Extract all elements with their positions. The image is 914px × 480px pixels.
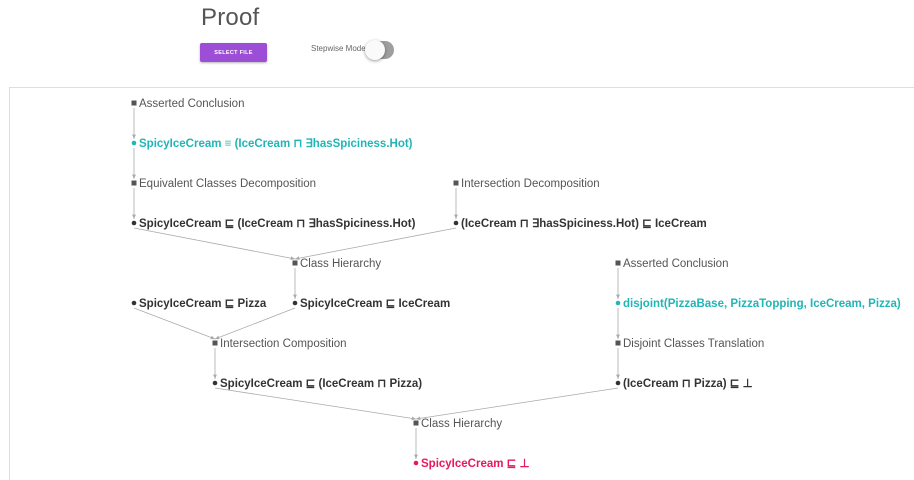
rule-label: Asserted Conclusion <box>139 98 244 110</box>
rule-label: Equivalent Classes Decomposition <box>139 178 316 190</box>
axiom-dot-icon <box>212 380 218 386</box>
axiom-node[interactable]: SpicyIceCream ⊑ IceCream <box>292 298 451 310</box>
rule-label: Class Hierarchy <box>300 258 381 270</box>
rule-node[interactable]: Asserted Conclusion <box>131 98 245 110</box>
rule-node[interactable]: Disjoint Classes Translation <box>615 338 765 350</box>
axiom-node[interactable]: SpicyIceCream ⊑ Pizza <box>131 298 267 310</box>
rule-node[interactable]: Intersection Decomposition <box>453 178 600 190</box>
proof-edge <box>133 307 216 340</box>
axiom-dot-icon <box>131 140 137 146</box>
axiom-label: SpicyIceCream ⊑ IceCream <box>300 298 450 310</box>
rule-square-icon <box>615 340 621 346</box>
proof-edge <box>133 227 296 261</box>
conclusion-node[interactable]: SpicyIceCream ⊑ ⊥ <box>413 458 530 470</box>
rule-node[interactable]: Intersection Composition <box>212 338 347 350</box>
axiom-label: disjoint(PizzaBase, PizzaTopping, IceCre… <box>623 298 901 310</box>
axiom-node[interactable]: SpicyIceCream ⊑ (IceCream ⊓ Pizza) <box>212 378 423 390</box>
proof-edge <box>415 387 619 421</box>
rule-square-icon <box>131 100 137 106</box>
rule-square-icon <box>292 260 298 266</box>
rule-label: Asserted Conclusion <box>623 258 728 270</box>
rule-label: Intersection Decomposition <box>461 178 600 190</box>
proof-nodes: Asserted Conclusion SpicyIceCream ≡ (IceC… <box>131 98 901 470</box>
rule-label: Class Hierarchy <box>421 418 502 430</box>
proof-edges <box>132 108 620 459</box>
axiom-dot-icon <box>413 460 419 466</box>
axiom-label: SpicyIceCream ⊑ Pizza <box>139 298 267 310</box>
proof-graph: Asserted Conclusion SpicyIceCream ≡ (IceC… <box>131 98 901 470</box>
axiom-label: (IceCream ⊓ Pizza) ⊑ ⊥ <box>623 378 753 390</box>
rule-node[interactable]: Class Hierarchy <box>413 418 503 430</box>
axiom-label: SpicyIceCream ⊑ ⊥ <box>421 458 530 470</box>
axiom-dot-icon <box>131 220 137 226</box>
rule-label: Intersection Composition <box>220 338 347 350</box>
axiom-node[interactable]: SpicyIceCream ⊑ (IceCream ⊓ ∃hasSpicines… <box>131 218 416 230</box>
axiom-node[interactable]: disjoint(PizzaBase, PizzaTopping, IceCre… <box>615 298 901 310</box>
axiom-node[interactable]: (IceCream ⊓ ∃hasSpiciness.Hot) ⊑ IceCrea… <box>453 218 707 230</box>
proof-edge <box>214 307 296 340</box>
axiom-node[interactable]: (IceCream ⊓ Pizza) ⊑ ⊥ <box>615 378 753 390</box>
rule-square-icon <box>615 260 621 266</box>
axiom-dot-icon <box>131 300 137 306</box>
rule-square-icon <box>131 180 137 186</box>
axiom-dot-icon <box>615 300 621 306</box>
axiom-dot-icon <box>453 220 459 226</box>
rule-square-icon <box>413 420 419 426</box>
axiom-dot-icon <box>615 380 621 386</box>
rule-node[interactable]: Asserted Conclusion <box>615 258 729 270</box>
axiom-label: (IceCream ⊓ ∃hasSpiciness.Hot) ⊑ IceCrea… <box>461 218 707 230</box>
rule-label: Disjoint Classes Translation <box>623 338 764 350</box>
rule-node[interactable]: Equivalent Classes Decomposition <box>131 178 317 190</box>
axiom-label: SpicyIceCream ⊑ (IceCream ⊓ ∃hasSpicines… <box>139 218 416 230</box>
axiom-node[interactable]: SpicyIceCream ≡ (IceCream ⊓ ∃hasSpicines… <box>131 138 413 150</box>
rule-square-icon <box>453 180 459 186</box>
proof-edge <box>214 387 417 421</box>
axiom-dot-icon <box>292 300 298 306</box>
axiom-label: SpicyIceCream ≡ (IceCream ⊓ ∃hasSpicines… <box>139 138 413 150</box>
rule-square-icon <box>212 340 218 346</box>
proof-edge <box>294 227 457 261</box>
axiom-label: SpicyIceCream ⊑ (IceCream ⊓ Pizza) <box>220 378 422 390</box>
rule-node[interactable]: Class Hierarchy <box>292 258 382 270</box>
